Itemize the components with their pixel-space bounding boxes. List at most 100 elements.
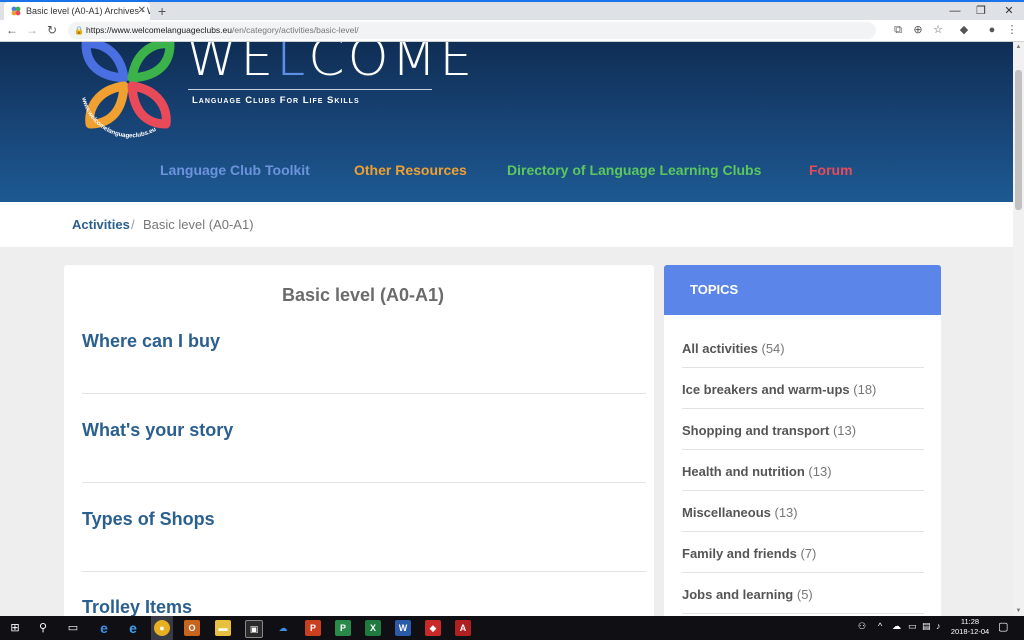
topic-count: (18) xyxy=(853,382,877,397)
menu-other-resources[interactable]: Other Resources xyxy=(354,162,467,178)
brand-wordmark[interactable]: WELCOME xyxy=(186,42,475,88)
post-title-link[interactable]: Where can I buy xyxy=(82,331,646,352)
category-card: Basic level (A0-A1) Where can I buy What… xyxy=(64,265,654,616)
breadcrumb-separator: / xyxy=(131,217,135,232)
edge-icon[interactable]: e xyxy=(96,620,112,636)
breadcrumb: Activities / Basic level (A0-A1) xyxy=(0,202,1013,247)
topic-name[interactable]: Jobs and learning xyxy=(682,587,793,602)
topic-item[interactable]: All activities (54) xyxy=(682,327,924,368)
chrome-icon[interactable]: ● xyxy=(154,620,170,636)
reload-icon[interactable]: ↻ xyxy=(44,22,60,38)
browser-tab-strip: Basic level (A0-A1) Archives - We ✕ + — … xyxy=(0,0,1024,20)
post-divider xyxy=(82,482,646,483)
file-explorer-icon[interactable]: ▬ xyxy=(215,620,231,636)
post-item: Trolley Items xyxy=(82,597,646,616)
post-divider xyxy=(82,393,646,394)
topic-item[interactable]: Shopping and transport (13) xyxy=(682,409,924,450)
topic-count: (13) xyxy=(832,423,857,438)
welcome-logo-icon[interactable]: www.welcomelanguageclubs.eu xyxy=(78,42,186,142)
onedrive-tray-icon[interactable]: ☁ xyxy=(892,621,901,632)
word-icon[interactable]: W xyxy=(395,620,411,636)
topic-item[interactable]: Jobs and learning (5) xyxy=(682,573,924,614)
lock-icon: 🔒 xyxy=(74,26,84,35)
topic-item[interactable]: Ice breakers and warm-ups (18) xyxy=(682,368,924,409)
post-title-link[interactable]: What's your story xyxy=(82,420,646,441)
search-icon[interactable]: ⚲ xyxy=(34,619,52,637)
forward-icon[interactable]: → xyxy=(24,22,40,38)
tab-title: Basic level (A0-A1) Archives - We xyxy=(26,6,150,16)
bookmark-star-icon[interactable]: ☆ xyxy=(930,22,946,38)
topics-heading: TOPICS xyxy=(690,282,739,297)
post-item: Types of Shops xyxy=(82,509,646,530)
menu-language-club-toolkit[interactable]: Language Club Toolkit xyxy=(160,162,310,178)
menu-directory-of-clubs[interactable]: Directory of Language Learning Clubs xyxy=(507,162,761,178)
system-clock[interactable]: 11:28 2018-12-04 xyxy=(950,617,990,637)
ie-icon[interactable]: e xyxy=(125,620,141,636)
task-view-icon[interactable]: ▭ xyxy=(64,619,82,637)
topic-name[interactable]: Ice breakers and warm-ups xyxy=(682,382,850,397)
address-toolbar: ← → ↻ 🔒 https://www.welcomelanguageclubs… xyxy=(0,20,1024,42)
brand-part-3: COME xyxy=(308,42,476,88)
browser-tab[interactable]: Basic level (A0-A1) Archives - We ✕ xyxy=(4,2,150,20)
topic-item[interactable]: Family and friends (7) xyxy=(682,532,924,573)
brand-tagline: Language Clubs For Life Skills xyxy=(192,95,360,106)
topic-count: (13) xyxy=(774,505,798,520)
close-tab-icon[interactable]: ✕ xyxy=(138,2,146,20)
topic-count: (54) xyxy=(761,341,785,356)
url-path: /en/category/activities/basic-level/ xyxy=(232,25,359,35)
app-red-icon[interactable]: ◆ xyxy=(425,620,441,636)
topic-name[interactable]: Family and friends xyxy=(682,546,797,561)
excel-icon[interactable]: X xyxy=(365,620,381,636)
topic-name[interactable]: Shopping and transport xyxy=(682,423,829,438)
zoom-icon[interactable]: ⊕ xyxy=(910,22,926,38)
new-tab-button[interactable]: + xyxy=(158,2,166,20)
brand-part-2: L xyxy=(276,42,309,88)
post-divider xyxy=(82,571,646,572)
post-title-link[interactable]: Types of Shops xyxy=(82,509,646,530)
topic-name[interactable]: All activities xyxy=(682,341,758,356)
tray-expand-icon[interactable]: ^ xyxy=(878,621,882,631)
page-viewport: www.welcomelanguageclubs.eu WELCOME Lang… xyxy=(0,42,1013,616)
clock-time: 11:28 xyxy=(960,617,980,626)
outlook-icon[interactable]: O xyxy=(184,620,200,636)
battery-icon[interactable]: ▭ xyxy=(908,621,917,632)
acrobat-icon[interactable]: A xyxy=(455,620,471,636)
topic-name[interactable]: Health and nutrition xyxy=(682,464,805,479)
back-icon[interactable]: ← xyxy=(4,22,20,38)
breadcrumb-activities-link[interactable]: Activities xyxy=(72,217,130,232)
address-input[interactable]: 🔒 https://www.welcomelanguageclubs.eu/en… xyxy=(68,22,876,39)
translate-icon[interactable]: ⧉ xyxy=(890,22,906,38)
profile-icon[interactable]: ● xyxy=(984,22,1000,38)
maximize-button[interactable]: ❐ xyxy=(966,2,996,20)
topic-item[interactable]: Miscellaneous (13) xyxy=(682,491,924,532)
store-icon[interactable]: ▣ xyxy=(245,620,263,638)
close-window-button[interactable]: ✕ xyxy=(994,2,1024,20)
scroll-thumb[interactable] xyxy=(1015,70,1022,210)
extension-icon[interactable]: ◆ xyxy=(956,22,972,38)
people-icon[interactable]: ⚇ xyxy=(858,621,866,632)
topic-count: (13) xyxy=(808,464,832,479)
topic-item[interactable]: Health and nutrition (13) xyxy=(682,450,924,491)
menu-kebab-icon[interactable]: ⋮ xyxy=(1004,22,1020,38)
notification-icon[interactable]: ▢ xyxy=(998,620,1008,633)
onedrive-icon[interactable]: ☁ xyxy=(275,620,291,636)
powerpoint-icon[interactable]: P xyxy=(305,620,321,636)
project-icon[interactable]: P xyxy=(335,620,351,636)
volume-icon[interactable]: ♪ xyxy=(936,621,941,631)
scroll-down-icon[interactable]: ▼ xyxy=(1013,606,1024,616)
post-title-link[interactable]: Trolley Items xyxy=(82,597,646,616)
topic-name[interactable]: Miscellaneous xyxy=(682,505,771,520)
url-host: https://www.welcomelanguageclubs.eu xyxy=(86,25,232,35)
topics-header: TOPICS xyxy=(664,265,941,315)
topic-count: (5) xyxy=(796,587,813,602)
page-scrollbar[interactable]: ▲ ▼ xyxy=(1013,42,1024,616)
scroll-up-icon[interactable]: ▲ xyxy=(1013,42,1024,52)
site-header: www.welcomelanguageclubs.eu WELCOME Lang… xyxy=(0,42,1013,202)
menu-forum[interactable]: Forum xyxy=(809,162,853,178)
post-item: Where can I buy xyxy=(82,331,646,352)
page-title: Basic level (A0-A1) xyxy=(281,285,445,305)
breadcrumb-current: Basic level (A0-A1) xyxy=(143,217,254,232)
start-icon[interactable]: ⊞ xyxy=(6,619,24,637)
brand-divider xyxy=(188,89,432,90)
network-icon[interactable]: ▤ xyxy=(922,621,931,632)
